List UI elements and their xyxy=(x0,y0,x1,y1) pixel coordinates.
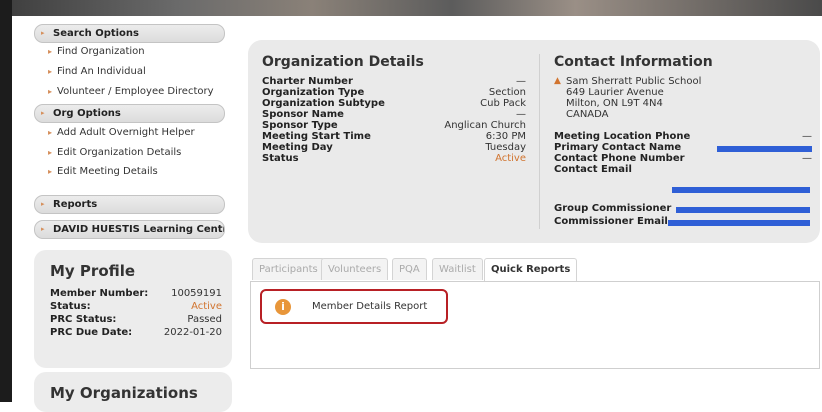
redacted-commissioner-email xyxy=(668,220,810,226)
organizations-title: My Organizations xyxy=(50,384,198,402)
sidebar-section-search-options[interactable]: ▸ Search Options xyxy=(34,24,225,43)
contact-meeting-location-phone: Meeting Location Phone — xyxy=(554,131,812,142)
header-banner-strip xyxy=(0,0,822,16)
detail-org-type: Organization Type Section xyxy=(262,87,526,98)
profile-member-number: Member Number: 10059191 xyxy=(50,288,222,299)
chevron-right-icon: ▸ xyxy=(41,29,45,37)
status-badge: Active xyxy=(495,153,526,164)
sidebar-section-reports[interactable]: ▸ Reports xyxy=(34,195,225,214)
address-line-city: Milton, ON L9T 4N4 xyxy=(566,98,663,109)
my-profile-panel: My Profile Member Number: 10059191 Status… xyxy=(34,250,232,368)
redacted-contact-email xyxy=(672,187,810,193)
sidebar-item-label: Find Organization xyxy=(57,46,145,57)
profile-status: Status: Active xyxy=(50,301,222,312)
bullet-icon: ▸ xyxy=(48,148,53,157)
sidebar-item-edit-org-details[interactable]: ▸ Edit Organization Details xyxy=(48,147,181,159)
sidebar-item-label: Add Adult Overnight Helper xyxy=(57,127,195,138)
address-line-street: 649 Laurier Avenue xyxy=(566,87,664,98)
sidebar-item-find-organization[interactable]: ▸ Find Organization xyxy=(48,46,145,58)
column-divider xyxy=(539,54,540,229)
bullet-icon: ▸ xyxy=(48,87,53,96)
detail-meeting-day: Meeting Day Tuesday xyxy=(262,142,526,153)
organization-details-panel: Organization Details Charter Number — Org… xyxy=(248,40,820,243)
info-icon: i xyxy=(275,299,291,315)
detail-sponsor-type: Sponsor Type Anglican Church xyxy=(262,120,526,131)
my-organizations-panel: My Organizations xyxy=(34,372,232,412)
chevron-right-icon: ▸ xyxy=(41,225,45,233)
sidebar-section-label: Org Options xyxy=(53,108,121,119)
home-icon: ▲ xyxy=(554,76,561,86)
tab-pqa[interactable]: PQA xyxy=(392,258,427,280)
status-badge: Active xyxy=(191,301,222,312)
profile-prc-due-date: PRC Due Date: 2022-01-20 xyxy=(50,327,222,338)
redacted-group-commissioner xyxy=(676,207,810,213)
chevron-right-icon: ▸ xyxy=(41,200,45,208)
sidebar-item-find-individual[interactable]: ▸ Find An Individual xyxy=(48,66,146,78)
sidebar-section-label: DAVID HUESTIS Learning Centre xyxy=(53,224,225,235)
sidebar-section-learning-centre[interactable]: ▸ DAVID HUESTIS Learning Centre xyxy=(34,220,225,239)
tab-participants[interactable]: Participants xyxy=(252,258,325,280)
tab-volunteers[interactable]: Volunteers xyxy=(321,258,389,280)
sidebar-item-label: Edit Meeting Details xyxy=(57,166,158,177)
tab-quick-reports[interactable]: Quick Reports xyxy=(484,258,578,282)
sidebar-item-label: Volunteer / Employee Directory xyxy=(57,86,214,97)
detail-meeting-start-time: Meeting Start Time 6:30 PM xyxy=(262,131,526,142)
left-edge-bar xyxy=(0,0,12,402)
detail-charter-number: Charter Number — xyxy=(262,76,526,87)
profile-title: My Profile xyxy=(50,262,136,280)
contact-email: Contact Email xyxy=(554,164,632,175)
sidebar-section-org-options[interactable]: ▸ Org Options xyxy=(34,104,225,123)
sidebar-section-label: Search Options xyxy=(53,28,140,39)
bullet-icon: ▸ xyxy=(48,67,53,76)
bullet-icon: ▸ xyxy=(48,128,53,137)
tab-waitlist[interactable]: Waitlist xyxy=(432,258,483,280)
sidebar-item-label: Find An Individual xyxy=(57,66,146,77)
sidebar-item-label: Edit Organization Details xyxy=(57,147,182,158)
address-line-country: CANADA xyxy=(566,109,609,120)
bullet-icon: ▸ xyxy=(48,167,53,176)
report-label: Member Details Report xyxy=(312,301,428,312)
org-details-title: Organization Details xyxy=(262,54,424,70)
member-details-report-link[interactable]: i Member Details Report xyxy=(260,289,448,324)
bullet-icon: ▸ xyxy=(48,47,53,56)
sidebar-item-volunteer-directory[interactable]: ▸ Volunteer / Employee Directory xyxy=(48,86,214,98)
sidebar-item-add-overnight-helper[interactable]: ▸ Add Adult Overnight Helper xyxy=(48,127,195,139)
redacted-primary-contact xyxy=(717,146,812,152)
contact-info-title: Contact Information xyxy=(554,54,713,70)
sidebar-section-label: Reports xyxy=(53,199,98,210)
detail-status: Status Active xyxy=(262,153,526,164)
detail-org-subtype: Organization Subtype Cub Pack xyxy=(262,98,526,109)
sidebar-item-edit-meeting-details[interactable]: ▸ Edit Meeting Details xyxy=(48,166,158,178)
chevron-right-icon: ▸ xyxy=(41,109,45,117)
profile-prc-status: PRC Status: Passed xyxy=(50,314,222,325)
detail-sponsor-name: Sponsor Name — xyxy=(262,109,526,120)
address-line-school: Sam Sherratt Public School xyxy=(566,76,702,87)
contact-phone-number: Contact Phone Number — xyxy=(554,153,812,164)
